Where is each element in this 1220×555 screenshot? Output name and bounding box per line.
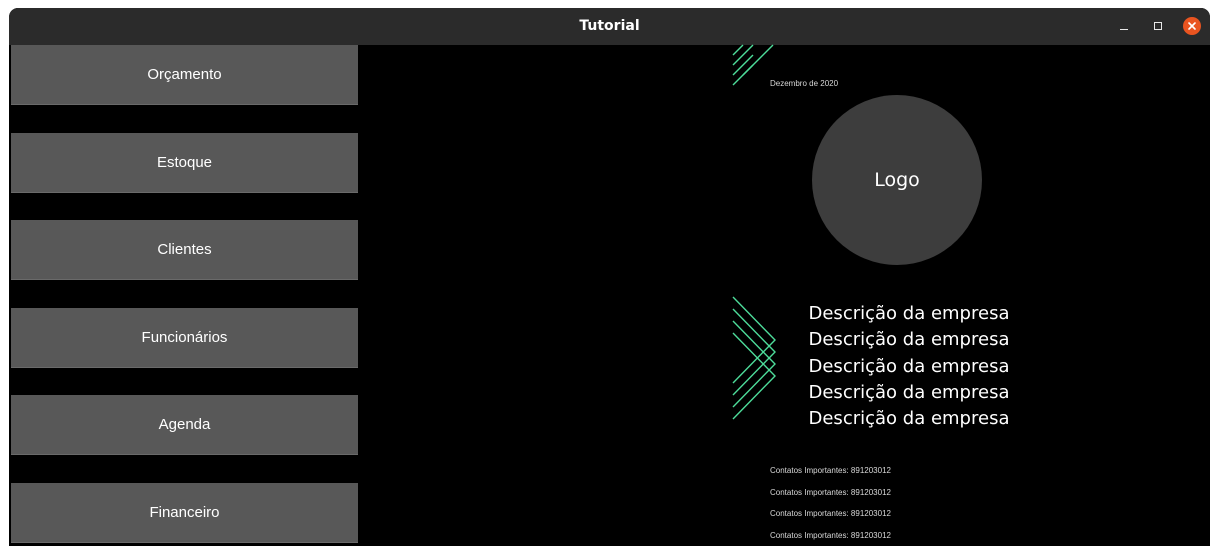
contact-line: Contatos Importantes: 891203012	[770, 531, 891, 540]
maximize-icon	[1154, 22, 1162, 30]
description-line: Descrição da empresa	[808, 408, 1010, 430]
contact-line: Contatos Importantes: 891203012	[770, 488, 891, 497]
contact-line: Contatos Importantes: 891203012	[770, 509, 891, 518]
description-line: Descrição da empresa	[808, 381, 1010, 403]
description-line: Descrição da empresa	[808, 303, 1010, 324]
minimize-icon	[1120, 29, 1128, 30]
app-window: Tutorial Orçamento Estoque Clientes Func…	[9, 8, 1210, 546]
description-line: Descrição da empresa	[808, 329, 1010, 351]
window-title: Tutorial	[579, 18, 640, 34]
title-bar[interactable]: Tutorial	[9, 8, 1210, 45]
document-date: Dezembro de 2020	[770, 79, 839, 88]
company-description: Descrição da empresa Descrição da empres…	[789, 301, 1029, 432]
description-line: Descrição da empresa	[808, 355, 1010, 377]
logo-label: Logo	[874, 169, 920, 191]
close-button[interactable]	[1183, 17, 1201, 35]
minimize-button[interactable]	[1115, 17, 1133, 35]
accent-stripes-decoration	[732, 44, 776, 420]
logo-placeholder: Logo	[812, 95, 982, 265]
chevron-decoration	[732, 296, 776, 420]
main-content: Orçamento Estoque Clientes Funcionários …	[9, 44, 1210, 546]
close-icon	[1183, 17, 1201, 35]
maximize-button[interactable]	[1149, 17, 1167, 35]
contact-line: Contatos Importantes: 891203012	[770, 466, 891, 475]
